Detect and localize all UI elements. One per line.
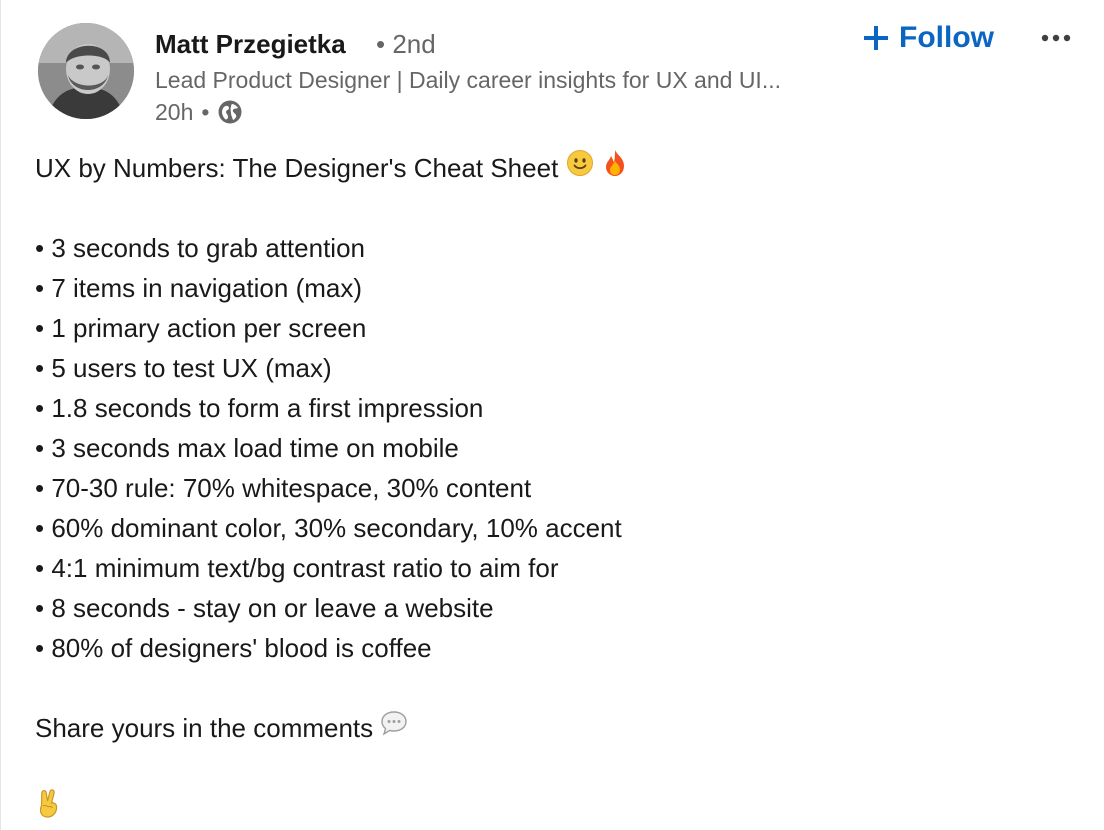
globe-icon <box>217 99 243 125</box>
cta-line: Share yours in the comments <box>35 708 1075 748</box>
cta-text: Share yours in the comments <box>35 713 374 743</box>
more-options-icon <box>1041 34 1071 42</box>
post-title-line: UX by Numbers: The Designer's Cheat Shee… <box>35 148 1075 188</box>
follow-label: Follow <box>899 21 994 54</box>
author-avatar[interactable] <box>38 23 134 119</box>
post-title: UX by Numbers: The Designer's Cheat Shee… <box>35 153 559 183</box>
slightly-smiling-face-icon <box>566 148 594 188</box>
post-meta: 20h • <box>155 96 243 128</box>
bullet-item: • 1.8 seconds to form a first impression <box>35 393 484 423</box>
fire-icon <box>602 148 628 188</box>
bullet-item: • 80% of designers' blood is coffee <box>35 633 432 663</box>
avatar-photo <box>38 23 134 119</box>
bullet-item: • 1 primary action per screen <box>35 313 367 343</box>
post-time: 20h <box>155 99 194 125</box>
bullet-item: • 3 seconds to grab attention <box>35 233 365 263</box>
bullet-item: • 5 users to test UX (max) <box>35 353 332 383</box>
post-text: UX by Numbers: The Designer's Cheat Shee… <box>35 148 1075 828</box>
bullet-item: • 8 seconds - stay on or leave a website <box>35 593 494 623</box>
meta-separator: • <box>201 99 210 125</box>
plus-icon <box>863 25 889 51</box>
connection-degree: • 2nd <box>376 26 436 62</box>
bullet-item: • 4:1 minimum text/bg contrast ratio to … <box>35 553 559 583</box>
victory-hand-icon <box>35 787 63 830</box>
more-options-button[interactable] <box>1037 26 1077 50</box>
bullet-item: • 60% dominant color, 30% secondary, 10%… <box>35 513 622 543</box>
follow-button[interactable]: Follow <box>863 18 994 58</box>
author-name[interactable]: Matt Przegietka <box>155 26 346 62</box>
bullet-item: • 3 seconds max load time on mobile <box>35 433 459 463</box>
degree-separator: • <box>376 29 386 59</box>
speech-balloon-icon <box>379 708 409 748</box>
feed-post-card: Matt Przegietka • 2nd Lead Product Desig… <box>0 0 1104 830</box>
degree-value: 2nd <box>392 29 436 59</box>
closing-line <box>35 788 1075 828</box>
author-headline: Lead Product Designer | Daily career ins… <box>155 67 781 93</box>
bullet-item: • 70-30 rule: 70% whitespace, 30% conten… <box>35 473 532 503</box>
bullet-item: • 7 items in navigation (max) <box>35 273 363 303</box>
